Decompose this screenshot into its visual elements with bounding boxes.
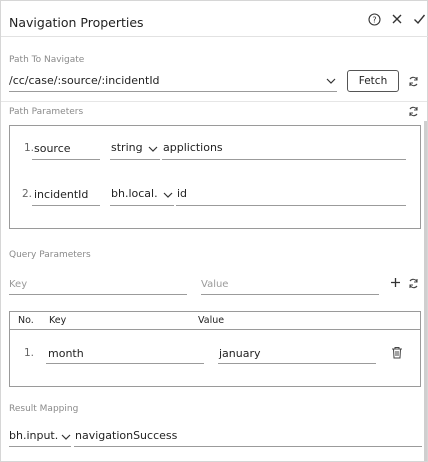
param-name[interactable]: source xyxy=(34,142,71,155)
row-value-underline xyxy=(218,363,376,364)
param-type-underline xyxy=(110,205,174,206)
path-params-list: 1. source string applictions 2. incident… xyxy=(9,125,421,229)
plus-icon[interactable] xyxy=(390,277,401,288)
refresh-icon[interactable] xyxy=(408,76,419,87)
refresh-icon[interactable] xyxy=(408,278,419,289)
result-mapping-label: Result Mapping xyxy=(9,404,79,414)
row-key-underline xyxy=(46,363,204,364)
close-icon[interactable] xyxy=(390,12,404,26)
query-params-table: No. Key Value 1. month january xyxy=(9,311,421,387)
col-key-header: Key xyxy=(49,315,67,326)
result-variable-input[interactable]: navigationSuccess xyxy=(75,429,177,442)
chevron-down-icon[interactable] xyxy=(61,433,71,441)
refresh-icon[interactable] xyxy=(408,106,419,117)
svg-text:?: ? xyxy=(372,15,376,24)
row-value-input[interactable]: january xyxy=(219,347,261,360)
help-circle-icon[interactable]: ? xyxy=(367,12,381,26)
trash-icon[interactable] xyxy=(391,346,403,359)
check-icon[interactable] xyxy=(412,12,426,26)
param-type-select[interactable]: bh.local. xyxy=(111,187,158,200)
param-value-input[interactable]: id xyxy=(177,187,187,200)
chevron-down-icon[interactable] xyxy=(148,145,158,153)
path-section-label: Path To Navigate xyxy=(9,55,85,65)
query-value-underline xyxy=(201,294,379,295)
result-scope-select[interactable]: bh.input. xyxy=(9,429,58,442)
query-value-input[interactable]: Value xyxy=(201,279,228,290)
fetch-button[interactable]: Fetch xyxy=(347,70,399,92)
row-index: 1. xyxy=(24,142,35,154)
result-variable-underline xyxy=(74,446,422,447)
navigation-properties-panel: Navigation Properties ? Path To Navigate… xyxy=(0,0,428,462)
path-params-label: Path Parameters xyxy=(9,107,84,117)
scrollbar[interactable] xyxy=(424,121,427,461)
panel-title: Navigation Properties xyxy=(9,15,144,30)
path-select-value[interactable]: /cc/case/:source/:incidentId xyxy=(9,74,160,87)
param-name-underline xyxy=(32,205,100,206)
param-name-underline xyxy=(32,159,100,160)
col-value-header: Value xyxy=(198,315,225,326)
param-value-input[interactable]: applictions xyxy=(163,141,223,154)
row-index: 2. xyxy=(22,188,33,200)
query-key-underline xyxy=(9,294,187,295)
table-header: No. Key Value xyxy=(10,312,420,330)
param-type-select[interactable]: string xyxy=(111,141,143,154)
query-params-label: Query Parameters xyxy=(9,250,91,260)
param-type-underline xyxy=(110,159,160,160)
result-scope-underline xyxy=(9,446,71,447)
param-value-underline xyxy=(162,159,406,160)
query-key-input[interactable]: Key xyxy=(9,279,27,290)
row-index: 1. xyxy=(24,347,35,359)
row-key-input[interactable]: month xyxy=(48,347,84,360)
param-value-underline xyxy=(176,205,406,206)
section-divider xyxy=(1,101,427,102)
chevron-down-icon[interactable] xyxy=(326,77,336,85)
panel-header: Navigation Properties ? xyxy=(1,1,428,37)
col-no-header: No. xyxy=(18,315,34,326)
chevron-down-icon[interactable] xyxy=(163,191,173,199)
param-name[interactable]: incidentId xyxy=(34,188,88,201)
path-select-underline xyxy=(9,91,337,92)
